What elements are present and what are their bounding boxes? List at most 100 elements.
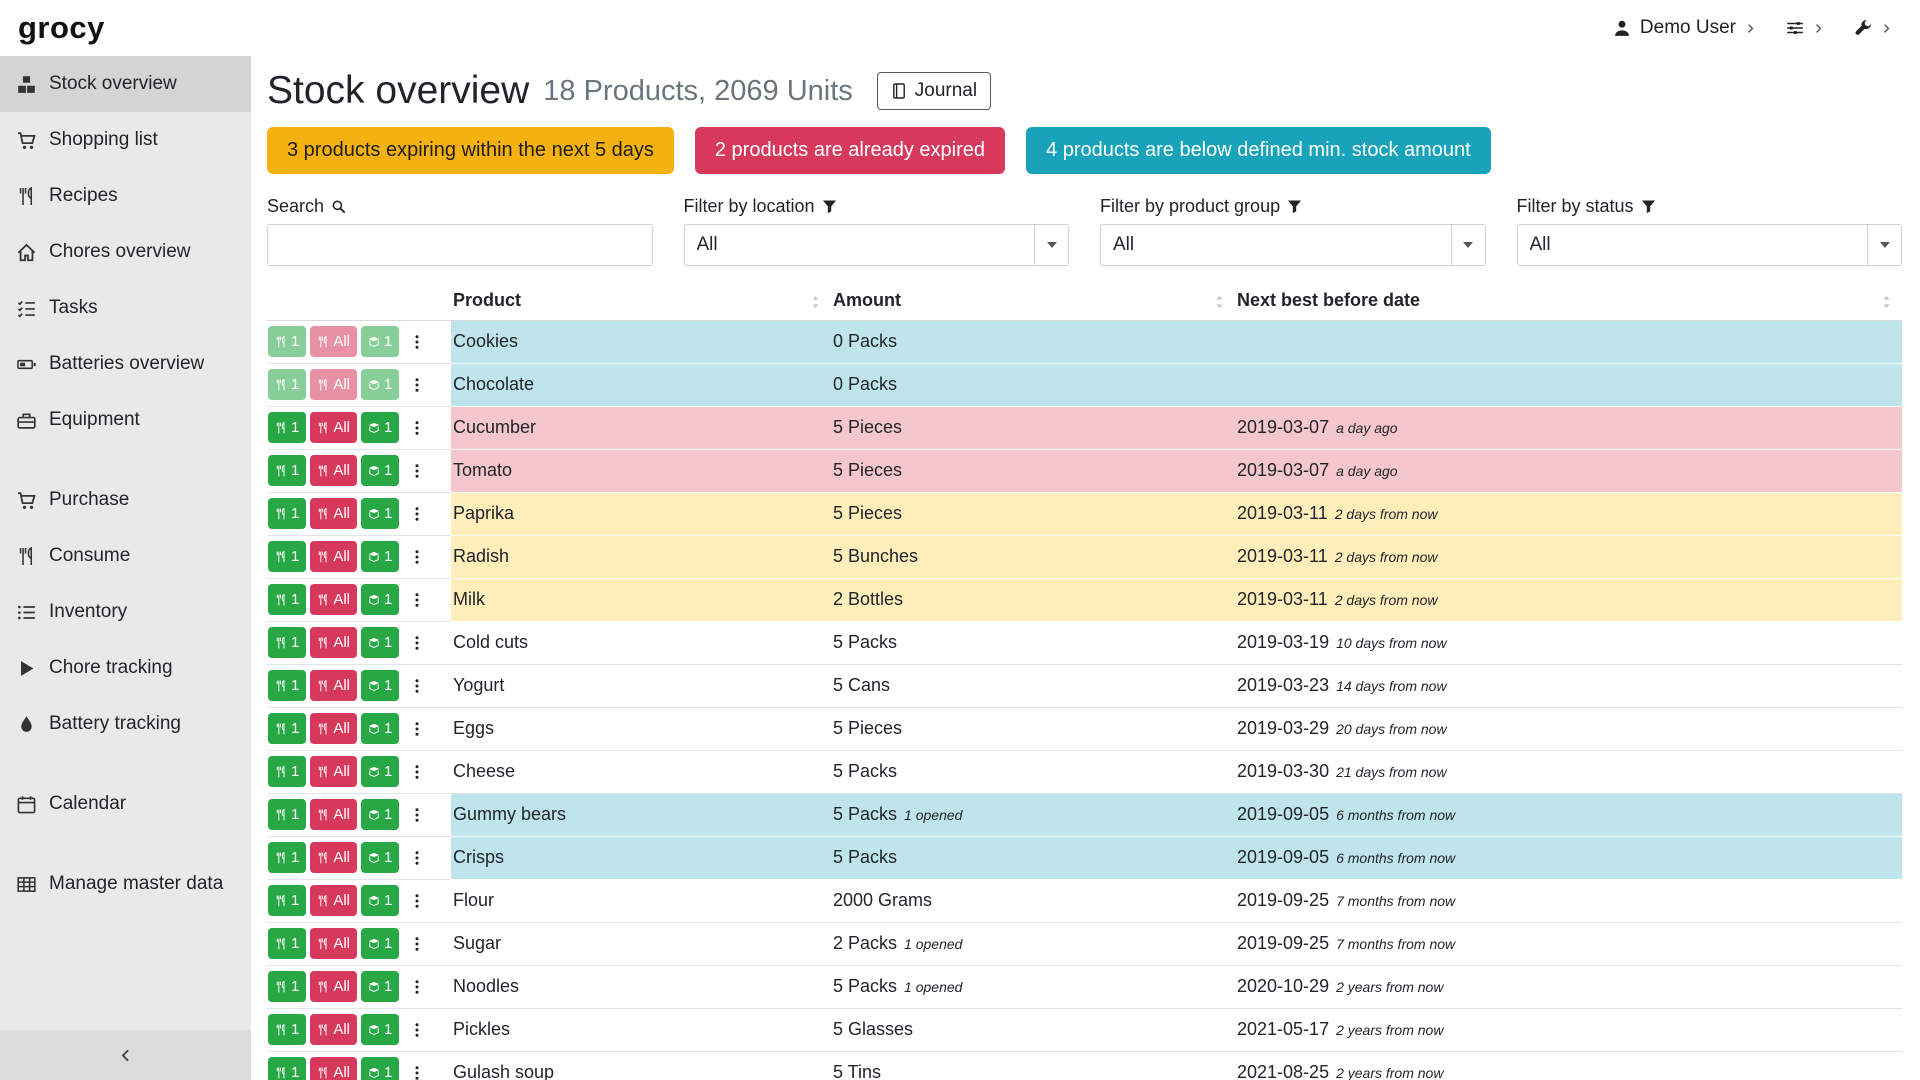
consume-one-button[interactable]: 1 [268,713,306,744]
row-menu-button[interactable] [409,420,425,436]
sidebar-item-chores-overview[interactable]: Chores overview [0,224,251,280]
consume-one-button[interactable]: 1 [268,756,306,787]
open-one-button[interactable]: 1 [361,1014,399,1045]
consume-one-button[interactable]: 1 [268,326,306,357]
consume-all-button[interactable]: All [310,584,357,615]
open-one-button[interactable]: 1 [361,971,399,1002]
consume-all-button[interactable]: All [310,541,357,572]
product-column-header[interactable]: Product [451,284,831,321]
consume-one-button[interactable]: 1 [268,369,306,400]
sidebar-item-manage-master-data[interactable]: Manage master data [0,856,251,912]
sidebar-collapse-button[interactable] [0,1030,251,1080]
consume-one-button[interactable]: 1 [268,498,306,529]
sidebar-item-equipment[interactable]: Equipment [0,392,251,448]
date-column-header[interactable]: Next best before date [1235,284,1902,321]
consume-all-button[interactable]: All [310,326,357,357]
consume-all-button[interactable]: All [310,842,357,873]
location-filter-select[interactable]: All [684,224,1070,266]
row-menu-button[interactable] [409,807,425,823]
consume-one-button[interactable]: 1 [268,928,306,959]
open-one-button[interactable]: 1 [361,627,399,658]
consume-one-button[interactable]: 1 [268,799,306,830]
open-one-button[interactable]: 1 [361,541,399,572]
open-one-button[interactable]: 1 [361,885,399,916]
sidebar-item-shopping-list[interactable]: Shopping list [0,112,251,168]
sidebar-item-purchase[interactable]: Purchase [0,472,251,528]
consume-one-button[interactable]: 1 [268,885,306,916]
search-input[interactable] [267,224,653,266]
open-one-button[interactable]: 1 [361,1057,399,1080]
open-one-button[interactable]: 1 [361,584,399,615]
consume-all-button[interactable]: All [310,412,357,443]
sidebar-item-recipes[interactable]: Recipes [0,168,251,224]
row-menu-button[interactable] [409,1022,425,1038]
consume-one-button[interactable]: 1 [268,455,306,486]
row-menu-button[interactable] [409,635,425,651]
consume-all-button[interactable]: All [310,1057,357,1080]
open-one-button[interactable]: 1 [361,369,399,400]
row-menu-button[interactable] [409,377,425,393]
consume-all-button[interactable]: All [310,498,357,529]
consume-all-button[interactable]: All [310,627,357,658]
expiring-alert[interactable]: 3 products expiring within the next 5 da… [267,127,674,174]
consume-one-button[interactable]: 1 [268,412,306,443]
consume-all-button[interactable]: All [310,455,357,486]
consume-all-button[interactable]: All [310,670,357,701]
row-menu-button[interactable] [409,592,425,608]
consume-all-button[interactable]: All [310,1014,357,1045]
open-one-button[interactable]: 1 [361,756,399,787]
open-one-button[interactable]: 1 [361,498,399,529]
row-menu-button[interactable] [409,979,425,995]
row-menu-button[interactable] [409,334,425,350]
consume-all-button[interactable]: All [310,885,357,916]
sidebar-item-stock-overview[interactable]: Stock overview [0,56,251,112]
sort-icon[interactable] [1212,294,1227,309]
row-menu-button[interactable] [409,850,425,866]
sidebar-item-tasks[interactable]: Tasks [0,280,251,336]
consume-one-button[interactable]: 1 [268,1057,306,1080]
sort-icon[interactable] [1879,294,1894,309]
sidebar-item-inventory[interactable]: Inventory [0,584,251,640]
consume-all-button[interactable]: All [310,928,357,959]
consume-one-button[interactable]: 1 [268,627,306,658]
consume-all-button[interactable]: All [310,713,357,744]
sidebar-item-battery-tracking[interactable]: Battery tracking [0,696,251,752]
consume-all-button[interactable]: All [310,971,357,1002]
consume-all-button[interactable]: All [310,369,357,400]
sidebar-item-consume[interactable]: Consume [0,528,251,584]
open-one-button[interactable]: 1 [361,713,399,744]
row-menu-button[interactable] [409,1065,425,1080]
consume-one-button[interactable]: 1 [268,971,306,1002]
open-one-button[interactable]: 1 [361,928,399,959]
open-one-button[interactable]: 1 [361,799,399,830]
consume-one-button[interactable]: 1 [268,670,306,701]
open-one-button[interactable]: 1 [361,842,399,873]
settings-menu[interactable] [1786,19,1824,37]
sort-icon[interactable] [808,294,823,309]
row-menu-button[interactable] [409,893,425,909]
row-menu-button[interactable] [409,936,425,952]
consume-one-button[interactable]: 1 [268,541,306,572]
row-menu-button[interactable] [409,463,425,479]
sidebar-item-batteries-overview[interactable]: Batteries overview [0,336,251,392]
sidebar-item-calendar[interactable]: Calendar [0,776,251,832]
row-menu-button[interactable] [409,764,425,780]
row-menu-button[interactable] [409,678,425,694]
open-one-button[interactable]: 1 [361,670,399,701]
expired-alert[interactable]: 2 products are already expired [695,127,1005,174]
consume-one-button[interactable]: 1 [268,584,306,615]
row-menu-button[interactable] [409,506,425,522]
open-one-button[interactable]: 1 [361,326,399,357]
row-menu-button[interactable] [409,721,425,737]
open-one-button[interactable]: 1 [361,412,399,443]
sidebar-item-chore-tracking[interactable]: Chore tracking [0,640,251,696]
open-one-button[interactable]: 1 [361,455,399,486]
consume-one-button[interactable]: 1 [268,842,306,873]
tools-menu[interactable] [1854,19,1892,37]
journal-button[interactable]: Journal [877,72,991,110]
amount-column-header[interactable]: Amount [831,284,1235,321]
consume-all-button[interactable]: All [310,756,357,787]
user-menu[interactable]: Demo User [1613,17,1756,39]
row-menu-button[interactable] [409,549,425,565]
below-min-stock-alert[interactable]: 4 products are below defined min. stock … [1026,127,1491,174]
